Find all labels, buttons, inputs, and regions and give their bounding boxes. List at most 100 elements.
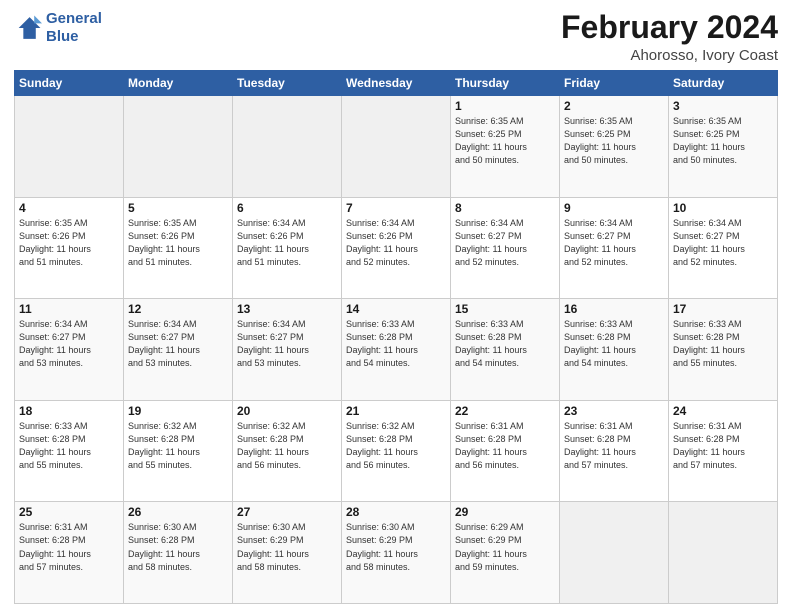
day-info: Sunrise: 6:33 AMSunset: 6:28 PMDaylight:… [455,318,555,370]
day-info: Sunrise: 6:33 AMSunset: 6:28 PMDaylight:… [346,318,446,370]
calendar-week-4: 18 Sunrise: 6:33 AMSunset: 6:28 PMDayligh… [15,400,778,502]
logo-icon [14,14,42,42]
logo: General Blue [14,10,102,46]
main-title: February 2024 [561,10,778,45]
calendar-cell: 13Sunrise: 6:34 AMSunset: 6:27 PMDayligh… [233,299,342,401]
calendar-week-3: 11 Sunrise: 6:34 AMSunset: 6:27 PMDayligh… [15,299,778,401]
calendar-cell: 16Sunrise: 6:33 AMSunset: 6:28 PMDayligh… [560,299,669,401]
weekday-header-thursday: Thursday [451,71,560,96]
day-number: 23 [564,404,664,418]
calendar-cell: 17Sunrise: 6:33 AMSunset: 6:28 PMDayligh… [669,299,778,401]
calendar-cell: 3 Sunrise: 6:35 AMSunset: 6:25 PMDaylight… [669,96,778,198]
day-info: Sunrise: 6:30 AMSunset: 6:29 PMDaylight:… [346,521,446,573]
calendar-cell [233,96,342,198]
day-info: Sunrise: 6:33 AMSunset: 6:28 PMDaylight:… [19,420,119,472]
calendar-cell: 9Sunrise: 6:34 AMSunset: 6:27 PMDaylight… [560,197,669,299]
day-info: Sunrise: 6:29 AMSunset: 6:29 PMDaylight:… [455,521,555,573]
day-info: Sunrise: 6:32 AMSunset: 6:28 PMDaylight:… [346,420,446,472]
calendar-cell: 22 Sunrise: 6:31 AMSunset: 6:28 PMDayligh… [451,400,560,502]
day-number: 28 [346,505,446,519]
calendar-cell [560,502,669,604]
calendar-cell: 2 Sunrise: 6:35 AMSunset: 6:25 PMDaylight… [560,96,669,198]
day-number: 24 [673,404,773,418]
day-number: 2 [564,99,664,113]
day-number: 27 [237,505,337,519]
day-number: 12 [128,302,228,316]
calendar-cell: 26 Sunrise: 6:30 AMSunset: 6:28 PMDayligh… [124,502,233,604]
day-info: Sunrise: 6:34 AMSunset: 6:27 PMDaylight:… [128,318,228,370]
day-number: 10 [673,201,773,215]
calendar-cell: 25 Sunrise: 6:31 AMSunset: 6:28 PMDayligh… [15,502,124,604]
calendar-cell: 11 Sunrise: 6:34 AMSunset: 6:27 PMDayligh… [15,299,124,401]
day-number: 14 [346,302,446,316]
calendar-cell: 18 Sunrise: 6:33 AMSunset: 6:28 PMDayligh… [15,400,124,502]
weekday-header-saturday: Saturday [669,71,778,96]
title-block: February 2024 Ahorosso, Ivory Coast [561,10,778,64]
day-info: Sunrise: 6:30 AMSunset: 6:28 PMDaylight:… [128,521,228,573]
day-info: Sunrise: 6:31 AMSunset: 6:28 PMDaylight:… [455,420,555,472]
weekday-header-tuesday: Tuesday [233,71,342,96]
calendar-cell: 12 Sunrise: 6:34 AMSunset: 6:27 PMDayligh… [124,299,233,401]
day-number: 8 [455,201,555,215]
day-number: 3 [673,99,773,113]
calendar-week-5: 25 Sunrise: 6:31 AMSunset: 6:28 PMDayligh… [15,502,778,604]
day-info: Sunrise: 6:34 AMSunset: 6:27 PMDaylight:… [237,318,337,370]
calendar-cell: 15 Sunrise: 6:33 AMSunset: 6:28 PMDayligh… [451,299,560,401]
day-number: 20 [237,404,337,418]
calendar-cell: 23 Sunrise: 6:31 AMSunset: 6:28 PMDayligh… [560,400,669,502]
day-info: Sunrise: 6:31 AMSunset: 6:28 PMDaylight:… [564,420,664,472]
calendar-cell: 14 Sunrise: 6:33 AMSunset: 6:28 PMDayligh… [342,299,451,401]
calendar-cell: 6Sunrise: 6:34 AMSunset: 6:26 PMDaylight… [233,197,342,299]
day-info: Sunrise: 6:31 AMSunset: 6:28 PMDaylight:… [19,521,119,573]
calendar-cell [342,96,451,198]
day-info: Sunrise: 6:35 AMSunset: 6:25 PMDaylight:… [455,115,555,167]
calendar-cell: 5 Sunrise: 6:35 AMSunset: 6:26 PMDaylight… [124,197,233,299]
calendar-cell: 29 Sunrise: 6:29 AMSunset: 6:29 PMDayligh… [451,502,560,604]
calendar-cell: 1 Sunrise: 6:35 AMSunset: 6:25 PMDaylight… [451,96,560,198]
day-number: 22 [455,404,555,418]
day-number: 11 [19,302,119,316]
calendar-cell: 10 Sunrise: 6:34 AMSunset: 6:27 PMDayligh… [669,197,778,299]
day-info: Sunrise: 6:30 AMSunset: 6:29 PMDaylight:… [237,521,337,573]
weekday-header-wednesday: Wednesday [342,71,451,96]
day-info: Sunrise: 6:34 AMSunset: 6:27 PMDaylight:… [19,318,119,370]
calendar-cell: 7 Sunrise: 6:34 AMSunset: 6:26 PMDaylight… [342,197,451,299]
day-info: Sunrise: 6:35 AMSunset: 6:25 PMDaylight:… [673,115,773,167]
weekday-header-sunday: Sunday [15,71,124,96]
day-number: 19 [128,404,228,418]
calendar-cell: 19 Sunrise: 6:32 AMSunset: 6:28 PMDayligh… [124,400,233,502]
subtitle: Ahorosso, Ivory Coast [561,47,778,64]
page: General Blue February 2024 Ahorosso, Ivo… [0,0,792,612]
logo-text: General Blue [46,10,102,46]
day-number: 15 [455,302,555,316]
day-number: 25 [19,505,119,519]
calendar-week-2: 4Sunrise: 6:35 AMSunset: 6:26 PMDaylight… [15,197,778,299]
weekday-header-friday: Friday [560,71,669,96]
calendar-cell: 8 Sunrise: 6:34 AMSunset: 6:27 PMDaylight… [451,197,560,299]
day-number: 7 [346,201,446,215]
calendar-week-1: 1 Sunrise: 6:35 AMSunset: 6:25 PMDaylight… [15,96,778,198]
calendar-cell [124,96,233,198]
calendar-cell: 28 Sunrise: 6:30 AMSunset: 6:29 PMDayligh… [342,502,451,604]
day-number: 6 [237,201,337,215]
calendar-cell: 20 Sunrise: 6:32 AMSunset: 6:28 PMDayligh… [233,400,342,502]
day-info: Sunrise: 6:33 AMSunset: 6:28 PMDaylight:… [564,318,664,370]
day-number: 29 [455,505,555,519]
day-number: 26 [128,505,228,519]
day-info: Sunrise: 6:35 AMSunset: 6:26 PMDaylight:… [128,217,228,269]
day-info: Sunrise: 6:31 AMSunset: 6:28 PMDaylight:… [673,420,773,472]
day-info: Sunrise: 6:34 AMSunset: 6:26 PMDaylight:… [346,217,446,269]
calendar-header-row: SundayMondayTuesdayWednesdayThursdayFrid… [15,71,778,96]
day-number: 18 [19,404,119,418]
day-info: Sunrise: 6:33 AMSunset: 6:28 PMDaylight:… [673,318,773,370]
day-info: Sunrise: 6:35 AMSunset: 6:25 PMDaylight:… [564,115,664,167]
weekday-header-monday: Monday [124,71,233,96]
day-number: 1 [455,99,555,113]
calendar-cell: 24 Sunrise: 6:31 AMSunset: 6:28 PMDayligh… [669,400,778,502]
calendar-cell: 4Sunrise: 6:35 AMSunset: 6:26 PMDaylight… [15,197,124,299]
day-info: Sunrise: 6:34 AMSunset: 6:27 PMDaylight:… [673,217,773,269]
day-number: 5 [128,201,228,215]
day-info: Sunrise: 6:32 AMSunset: 6:28 PMDaylight:… [237,420,337,472]
day-info: Sunrise: 6:34 AMSunset: 6:27 PMDaylight:… [455,217,555,269]
day-info: Sunrise: 6:32 AMSunset: 6:28 PMDaylight:… [128,420,228,472]
